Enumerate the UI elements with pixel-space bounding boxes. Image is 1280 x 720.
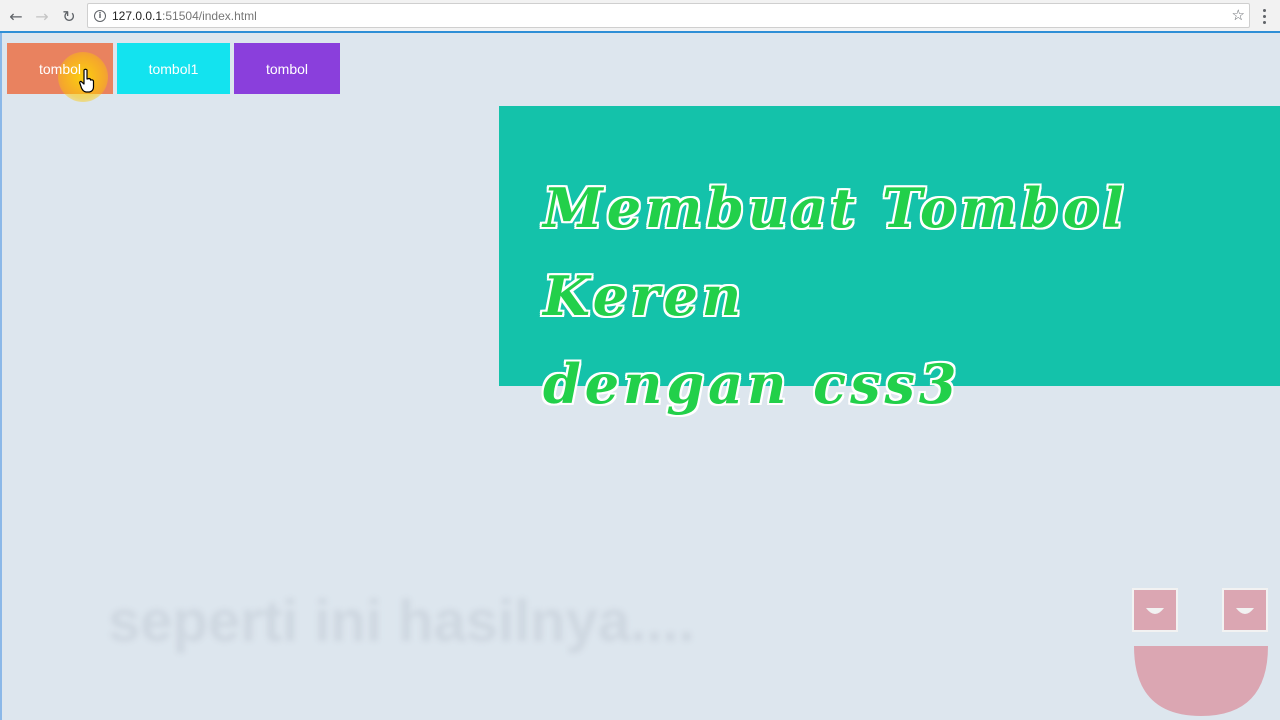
faded-caption: seperti ini hasilnya.... — [108, 589, 695, 654]
tombol-button-1-label: tombol — [38, 60, 82, 77]
arrow-right-icon[interactable]: → — [30, 4, 54, 28]
tombol-button-1[interactable]: tombol — [7, 43, 113, 94]
tombol-button-3[interactable]: tombol — [234, 43, 340, 94]
viewport-edge — [0, 33, 2, 720]
info-icon[interactable]: i — [94, 9, 106, 22]
star-icon[interactable]: ☆ — [1232, 6, 1245, 24]
title-banner: Membuat Tombol Keren dengan css3 — [499, 106, 1280, 416]
menu-dots-icon[interactable] — [1256, 6, 1272, 26]
arrow-left-icon[interactable]: ← — [4, 4, 28, 28]
url-path: :51504/index.html — [162, 8, 257, 23]
banner-title: Membuat Tombol Keren dengan css3 — [543, 164, 1243, 428]
tombol1-button-label: tombol1 — [148, 60, 199, 77]
smiley-logo-icon — [1132, 588, 1268, 716]
reload-icon[interactable]: ↻ — [57, 4, 81, 28]
address-bar[interactable]: i 127.0.0.1:51504/index.html ☆ — [87, 3, 1250, 28]
hand-cursor-icon — [79, 68, 95, 93]
banner-title-line-1: Membuat Tombol Keren — [543, 176, 1128, 328]
browser-toolbar: ← → ↻ i 127.0.0.1:51504/index.html ☆ — [0, 0, 1280, 33]
banner-title-line-2: dengan css3 — [543, 352, 961, 416]
url-host: 127.0.0.1 — [112, 8, 163, 23]
tombol1-button[interactable]: tombol1 — [117, 43, 230, 94]
tombol-button-3-label: tombol — [265, 60, 309, 77]
